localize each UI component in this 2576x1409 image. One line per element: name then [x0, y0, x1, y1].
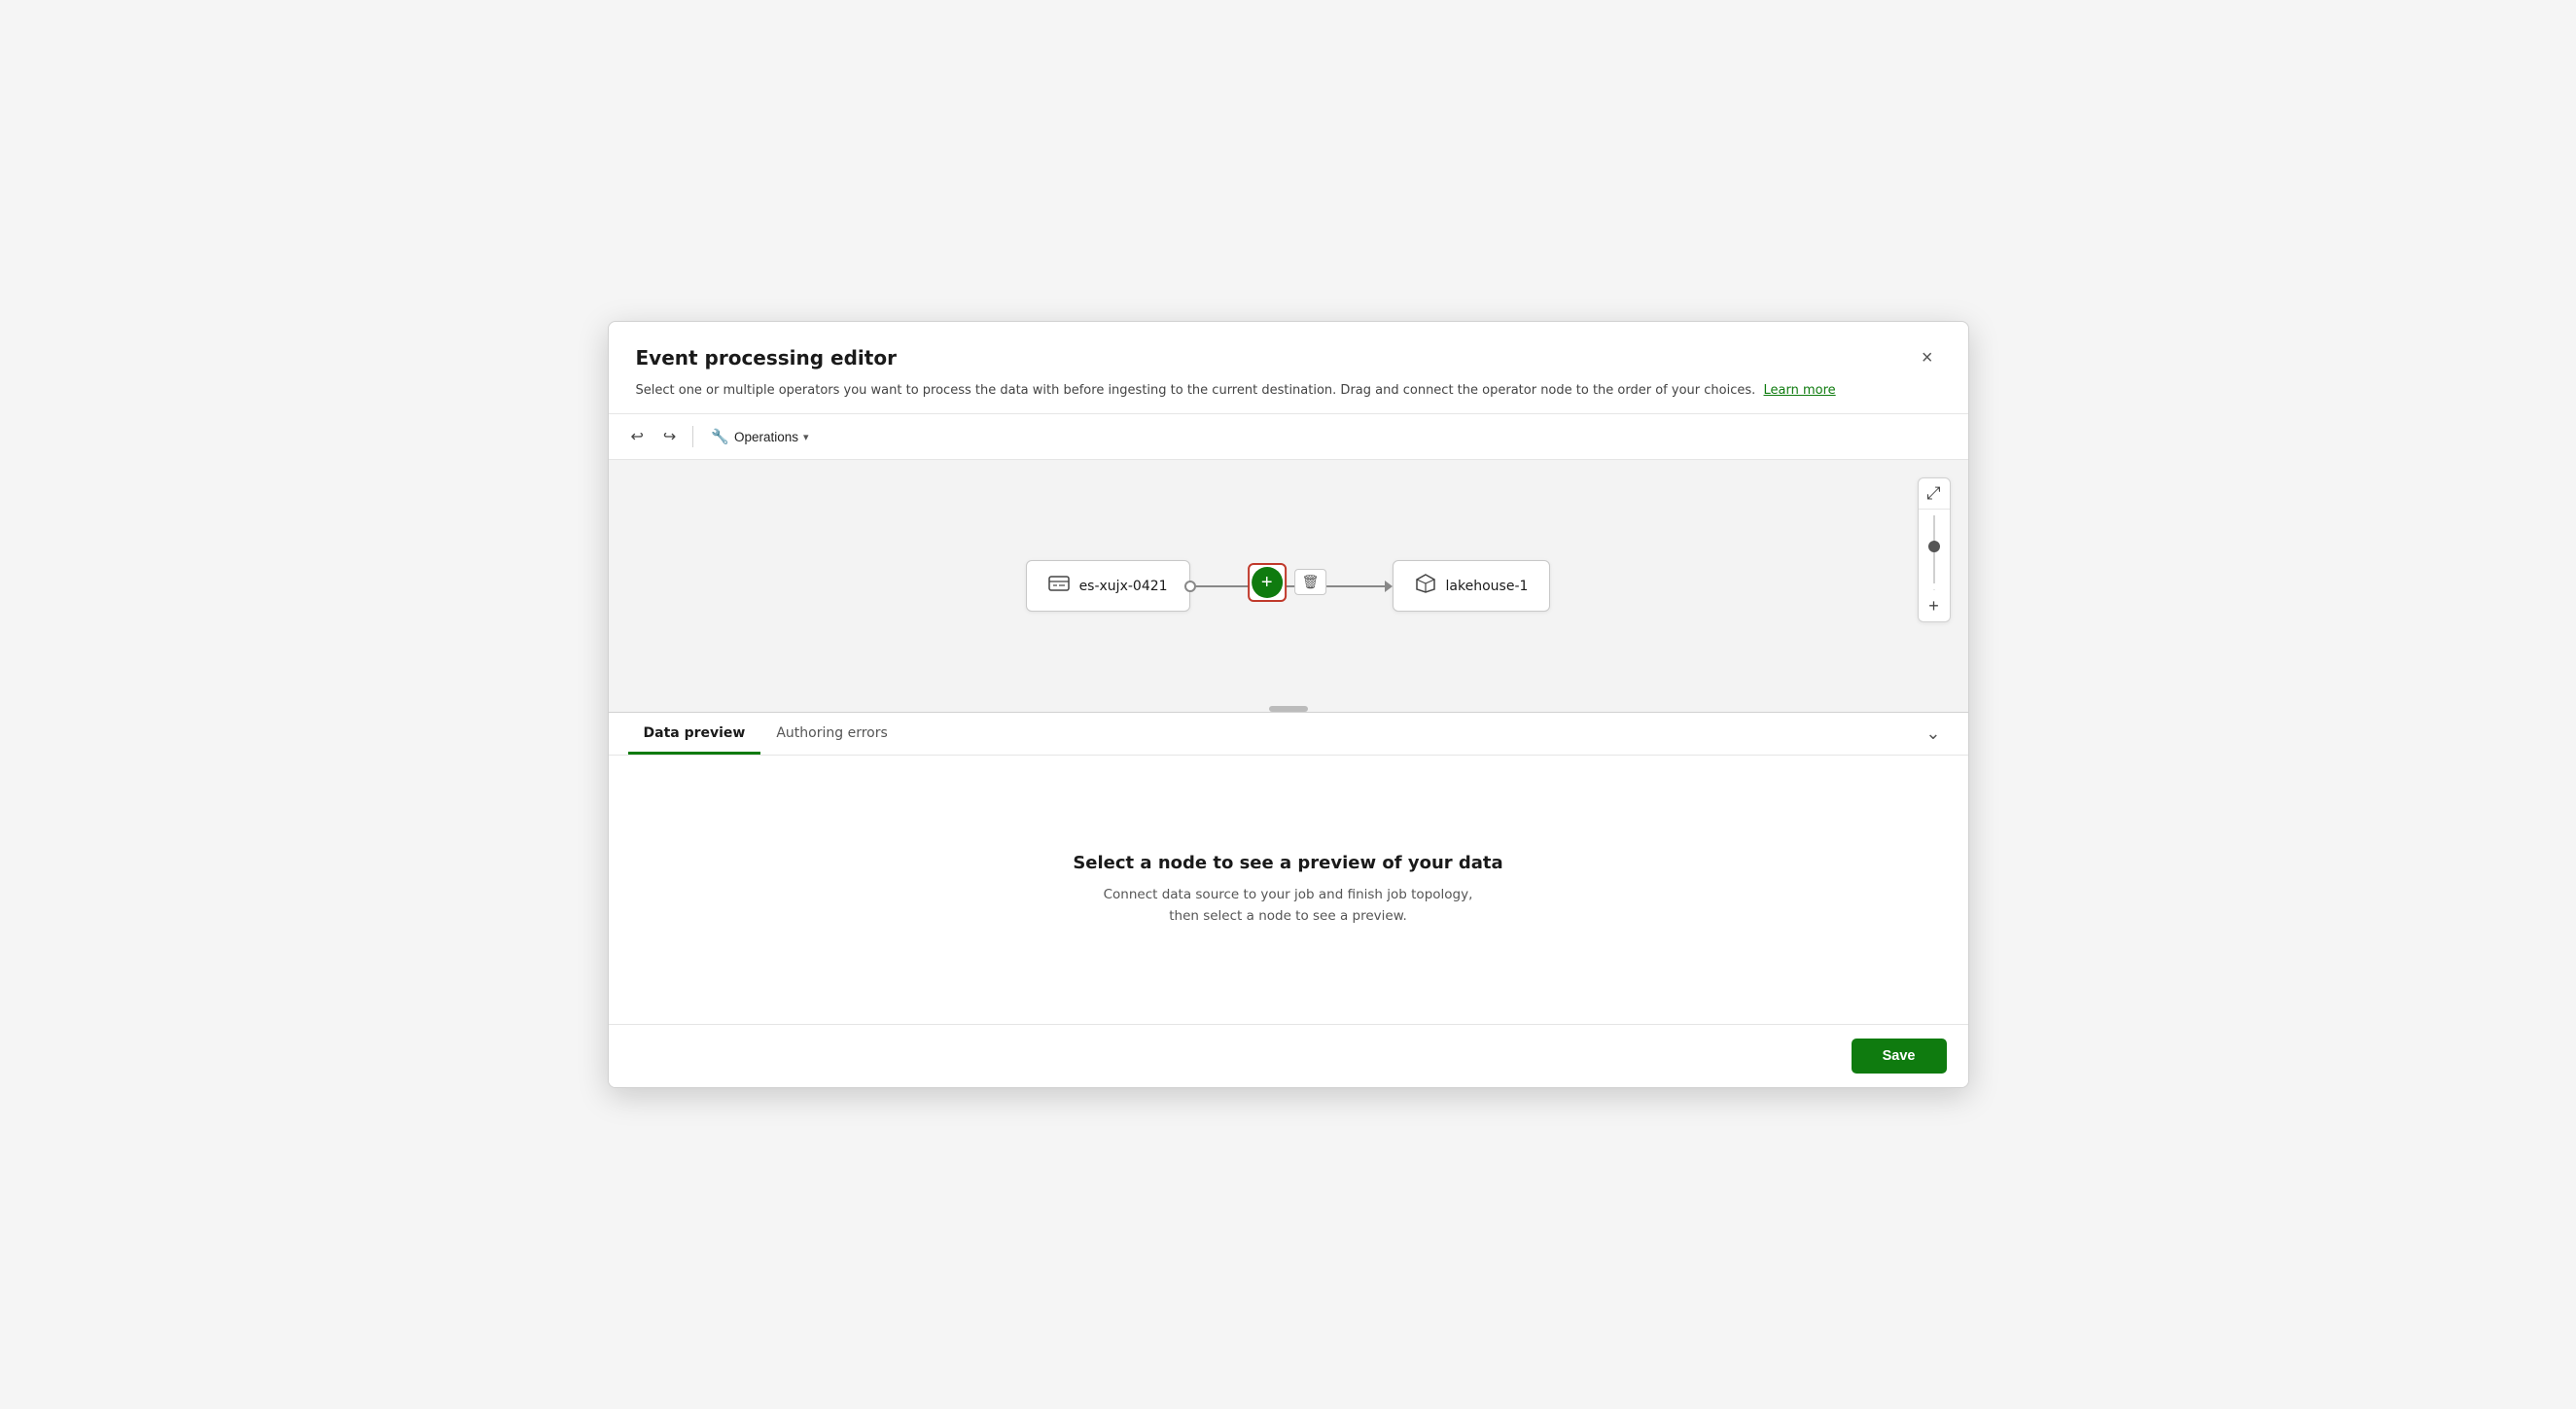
zoom-in-icon: + — [1928, 596, 1939, 616]
empty-state-description: Connect data source to your job and fini… — [1094, 885, 1483, 927]
connection-line: + 🗑 — [1190, 585, 1385, 587]
plus-icon: + — [1261, 573, 1273, 592]
canvas-area[interactable]: es-xujx-0421 + 🗑 — [609, 460, 1968, 713]
fit-icon: ⤢ — [1926, 483, 1940, 504]
zoom-controls: ⤢ + — [1918, 477, 1951, 622]
redo-button[interactable]: ↪ — [656, 422, 683, 451]
flow-diagram: es-xujx-0421 + 🗑 — [1026, 560, 1551, 612]
empty-state: Select a node to see a preview of your d… — [609, 756, 1968, 1024]
operations-label: Operations — [734, 430, 798, 444]
event-processing-dialog: Event processing editor × Select one or … — [608, 321, 1969, 1089]
destination-node[interactable]: lakehouse-1 — [1393, 560, 1551, 612]
source-connector-dot — [1184, 581, 1196, 592]
destination-node-label: lakehouse-1 — [1446, 579, 1529, 594]
source-node-icon — [1048, 573, 1070, 599]
dialog-title: Event processing editor — [636, 346, 897, 370]
zoom-thumb[interactable] — [1928, 541, 1940, 552]
close-button[interactable]: × — [1914, 343, 1941, 373]
zoom-slider-container — [1933, 510, 1935, 590]
tab-authoring-errors[interactable]: Authoring errors — [760, 713, 902, 755]
tabs-row: Data preview Authoring errors ⌄ — [609, 713, 1968, 756]
title-row: Event processing editor × — [636, 343, 1941, 373]
operations-button[interactable]: 🔧 Operations ▾ — [703, 423, 816, 450]
source-node-label: es-xujx-0421 — [1079, 579, 1168, 594]
dialog-subtitle: Select one or multiple operators you wan… — [636, 381, 1941, 414]
chevron-down-icon: ▾ — [803, 431, 809, 443]
trash-icon: 🗑 — [1302, 574, 1320, 590]
zoom-track — [1933, 515, 1935, 583]
undo-icon: ↩ — [631, 427, 644, 446]
destination-node-icon — [1415, 573, 1436, 599]
arrow-head — [1385, 581, 1393, 592]
redo-icon: ↪ — [663, 427, 676, 446]
undo-button[interactable]: ↩ — [624, 422, 651, 451]
resize-handle[interactable] — [1269, 706, 1308, 712]
toolbar: ↩ ↪ 🔧 Operations ▾ — [609, 413, 1968, 460]
empty-state-title: Select a node to see a preview of your d… — [1073, 853, 1502, 873]
bottom-panel: Data preview Authoring errors ⌄ Select a… — [609, 713, 1968, 1024]
learn-more-link[interactable]: Learn more — [1764, 383, 1836, 398]
mid-actions: + 🗑 — [1248, 563, 1327, 602]
zoom-in-button[interactable]: + — [1919, 590, 1950, 621]
add-operator-wrapper: + — [1248, 563, 1287, 602]
add-operator-button[interactable]: + — [1252, 567, 1283, 598]
fit-view-button[interactable]: ⤢ — [1919, 478, 1950, 510]
collapse-panel-button[interactable]: ⌄ — [1918, 720, 1948, 748]
dialog-footer: Save — [609, 1024, 1968, 1087]
delete-operator-button[interactable]: 🗑 — [1294, 569, 1327, 595]
dialog-header: Event processing editor × Select one or … — [609, 322, 1968, 414]
save-button[interactable]: Save — [1852, 1039, 1947, 1074]
chevron-down-icon: ⌄ — [1925, 723, 1940, 743]
source-node[interactable]: es-xujx-0421 — [1026, 560, 1190, 612]
tabs: Data preview Authoring errors — [628, 713, 903, 755]
wrench-icon: 🔧 — [711, 428, 729, 445]
toolbar-divider — [692, 426, 693, 447]
tab-data-preview[interactable]: Data preview — [628, 713, 761, 755]
